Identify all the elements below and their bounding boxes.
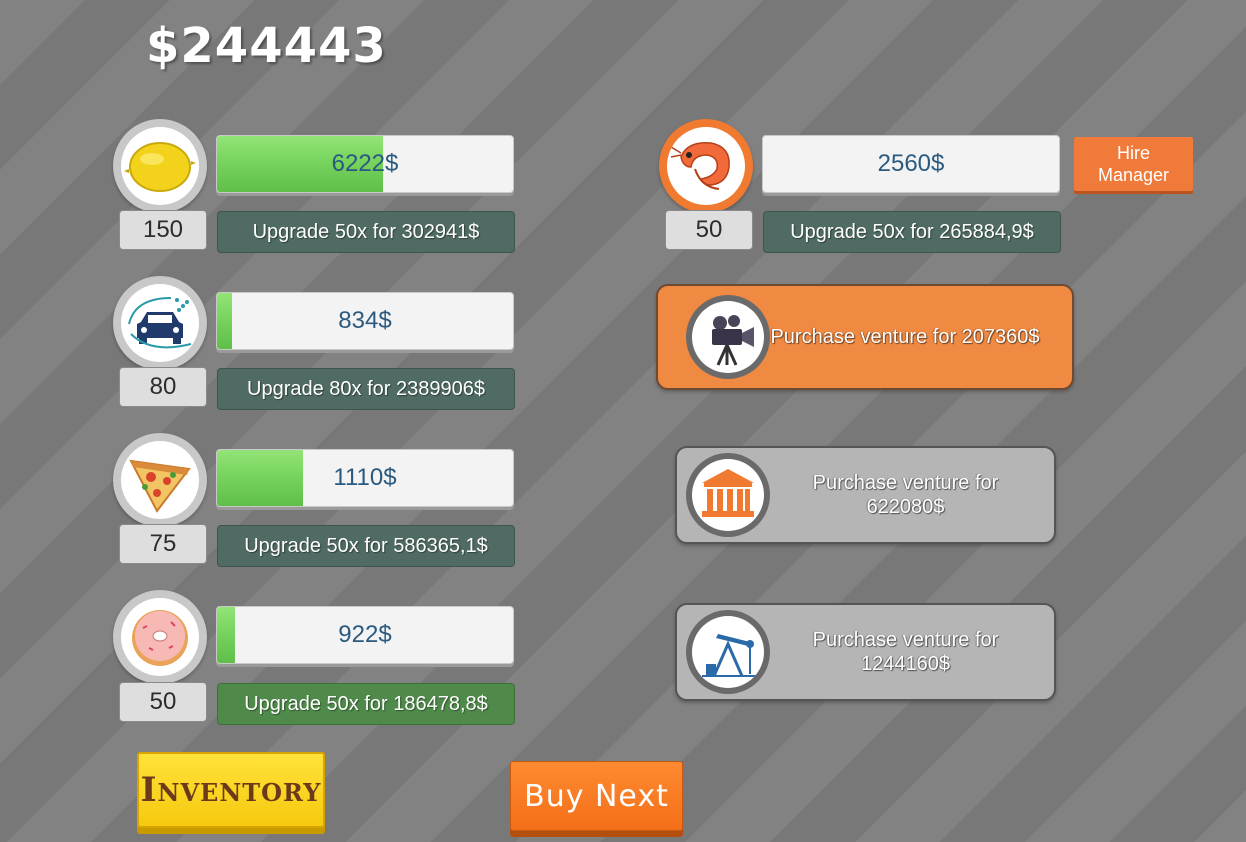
lemon-icon [124,142,196,192]
upgrade-button[interactable]: Upgrade 50x for 186478,8$ [217,683,515,725]
business-icon-button[interactable] [659,119,753,213]
oil-pump-icon [702,634,756,677]
business-icon-button[interactable] [113,119,207,213]
hire-manager-button[interactable]: Hire Manager [1074,137,1193,191]
venture-price: Purchase venture for 1244160$ [812,629,999,675]
buy-next-button[interactable]: Buy Next [510,761,683,831]
inventory-button[interactable]: INVENTORY [137,752,325,828]
upgrade-button[interactable]: Upgrade 50x for 265884,9$ [763,211,1061,253]
car-wash-icon [128,297,192,349]
venture-movie-studio[interactable]: Purchase venture for 207360$ [656,284,1074,390]
income-value: 834$ [338,307,392,334]
movie-camera-icon [712,315,754,366]
business-icon-button[interactable] [113,590,207,684]
venture-price: Purchase venture for 622080$ [812,472,999,518]
donut-icon [132,610,188,666]
shrimp-icon [670,142,730,190]
upgrade-button[interactable]: Upgrade 50x for 586365,1$ [217,525,515,567]
money-balance: $244443 [146,18,387,74]
venture-icon [686,610,770,694]
progress-bar: 922$ [216,606,514,664]
owned-count: 50 [665,210,753,250]
income-value: 2560$ [877,150,945,177]
progress-bar: 2560$ [762,135,1060,193]
owned-count: 80 [119,367,207,407]
bank-icon [702,469,754,517]
income-value: 6222$ [331,150,399,177]
inventory-label-initial: I [140,770,158,810]
progress-bar: 6222$ [216,135,514,193]
inventory-label: INVENTORY [141,770,322,810]
upgrade-button[interactable]: Upgrade 50x for 302941$ [217,211,515,253]
venture-oil[interactable]: Purchase venture for 1244160$ [675,603,1056,701]
owned-count: 50 [119,682,207,722]
business-icon-button[interactable] [113,433,207,527]
progress-bar: 1110$ [216,449,514,507]
owned-count: 150 [119,210,207,250]
income-value: 1110$ [333,464,397,491]
venture-bank[interactable]: Purchase venture for 622080$ [675,446,1056,544]
venture-icon [686,453,770,537]
upgrade-button[interactable]: Upgrade 80x for 2389906$ [217,368,515,410]
business-icon-button[interactable] [113,276,207,370]
income-value: 922$ [338,621,392,648]
progress-bar: 834$ [216,292,514,350]
venture-price: Purchase venture for 207360$ [770,326,1040,348]
owned-count: 75 [119,524,207,564]
pizza-icon [129,459,191,513]
inventory-label-rest: NVENTORY [157,778,322,807]
